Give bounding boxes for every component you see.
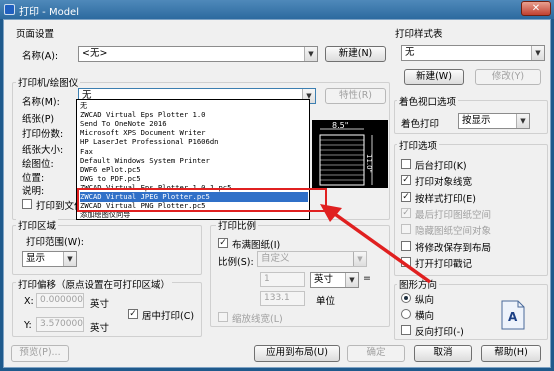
scale-lineweights-label: 缩放线宽(L)	[232, 314, 283, 325]
chevron-down-icon: ▼	[531, 46, 544, 60]
scale-label: 比例(S):	[218, 257, 254, 268]
offset-y-input[interactable]: 3.570000	[36, 317, 84, 332]
center-plot-checkbox[interactable]: ✓	[128, 309, 138, 319]
shade-plot-value: 按显示	[462, 115, 491, 126]
window-title: 打印 - Model	[19, 7, 79, 18]
offset-y-label: Y:	[24, 320, 32, 331]
reverse-plot-checkbox[interactable]	[401, 325, 411, 335]
scale-lineweights-checkbox[interactable]	[218, 312, 228, 322]
printer-properties-button[interactable]: 特性(R)	[325, 88, 386, 104]
paper-preview-graphic	[312, 120, 388, 188]
help-button[interactable]: 帮助(H)	[481, 345, 541, 362]
offset-y-unit: 英寸	[90, 323, 110, 334]
plot-style-value: 无	[405, 47, 415, 58]
portrait-label: 纵向	[415, 295, 435, 306]
cancel-button[interactable]: 取消	[414, 345, 472, 362]
offset-x-label: X:	[24, 296, 34, 307]
paper-width-label: 8.5"	[332, 121, 349, 130]
shaded-viewport-group-label: 着色视口选项	[397, 94, 459, 108]
landscape-label: 横向	[415, 311, 435, 322]
fit-to-paper-label: 布满图纸(I)	[232, 240, 281, 251]
plotter-label: 纸张(P)	[22, 114, 55, 125]
shade-plot-select[interactable]: 按显示 ▼	[458, 113, 530, 129]
offset-x-unit: 英寸	[90, 299, 110, 310]
plot-style-select[interactable]: 无 ▼	[401, 45, 545, 61]
plot-option-label: 后台打印(K)	[415, 161, 467, 172]
print-range-select[interactable]: 显示 ▼	[22, 251, 77, 267]
offset-group-label: 打印偏移（原点设置在可打印区域）	[16, 277, 173, 291]
location-label: 位置:	[22, 173, 45, 184]
portrait-radio[interactable]	[401, 293, 411, 303]
print-range-value: 显示	[26, 253, 46, 264]
center-plot-label: 居中打印(C)	[142, 311, 195, 322]
plot-style-edit-button[interactable]: 修改(Y)	[475, 69, 541, 85]
scale-value2-input[interactable]: 133.1	[260, 291, 305, 306]
page-setup-name-select[interactable]: <无> ▼	[78, 46, 318, 62]
printer-group-label: 打印机/绘图仪	[16, 75, 81, 89]
scale-value1-input[interactable]: 1	[260, 272, 305, 287]
app-icon	[4, 4, 15, 15]
red-arrow-icon	[320, 204, 432, 284]
page-setup-name-label: 名称(A):	[22, 51, 59, 62]
page-orientation-icon: A	[501, 300, 525, 330]
shade-plot-label: 着色打印	[401, 119, 440, 130]
chevron-down-icon: ▼	[63, 252, 76, 266]
print-count-label: 打印份数:	[22, 129, 64, 140]
scale-value: 自定义	[261, 253, 290, 264]
reverse-plot-label: 反向打印(-)	[415, 327, 464, 338]
scale-unit-label: 单位	[316, 296, 336, 307]
apply-to-layout-button[interactable]: 应用到布局(U)	[254, 345, 340, 362]
plot-options-group-label: 打印选项	[397, 138, 440, 152]
highlight-box	[77, 188, 327, 212]
print-to-file-checkbox[interactable]	[22, 199, 32, 209]
page-setup-group-label: 页面设置	[16, 29, 55, 40]
print-range-label: 打印范围(W):	[26, 237, 85, 248]
title-bar[interactable]: 打印 - Model ✕	[0, 0, 554, 19]
preview-button[interactable]: 预览(P)...	[11, 345, 69, 362]
offset-x-input[interactable]: 0.000000	[36, 293, 84, 308]
printer-name-label: 名称(M):	[22, 97, 60, 108]
print-area-group-label: 打印区域	[16, 218, 59, 232]
page-setup-name-value: <无>	[82, 48, 108, 59]
chevron-down-icon: ▼	[304, 47, 317, 61]
plotter-position-label: 绘图位:	[22, 159, 54, 170]
plot-option-label: 打印对象线宽	[415, 177, 473, 189]
page-setup-new-button[interactable]: 新建(N)	[325, 46, 386, 62]
plot-option-checkbox[interactable]: ✓	[401, 175, 411, 186]
fit-to-paper-checkbox[interactable]: ✓	[218, 238, 228, 248]
ok-button[interactable]: 确定	[347, 345, 405, 362]
paper-preview: 8.5" 11.0"	[312, 120, 388, 188]
description-label: 说明:	[22, 186, 45, 197]
paper-height-label: 11.0"	[365, 154, 373, 173]
chevron-down-icon: ▼	[516, 114, 529, 128]
close-button[interactable]: ✕	[521, 1, 551, 16]
print-area-group	[12, 225, 202, 275]
landscape-radio[interactable]	[401, 309, 411, 319]
page-orientation-letter: A	[508, 310, 518, 324]
plot-option-checkbox[interactable]	[401, 159, 411, 169]
plot-style-new-button[interactable]: 新建(W)	[404, 69, 464, 85]
plot-style-group-label: 打印样式表	[395, 29, 443, 40]
paper-size-label: 纸张大小:	[22, 145, 64, 156]
